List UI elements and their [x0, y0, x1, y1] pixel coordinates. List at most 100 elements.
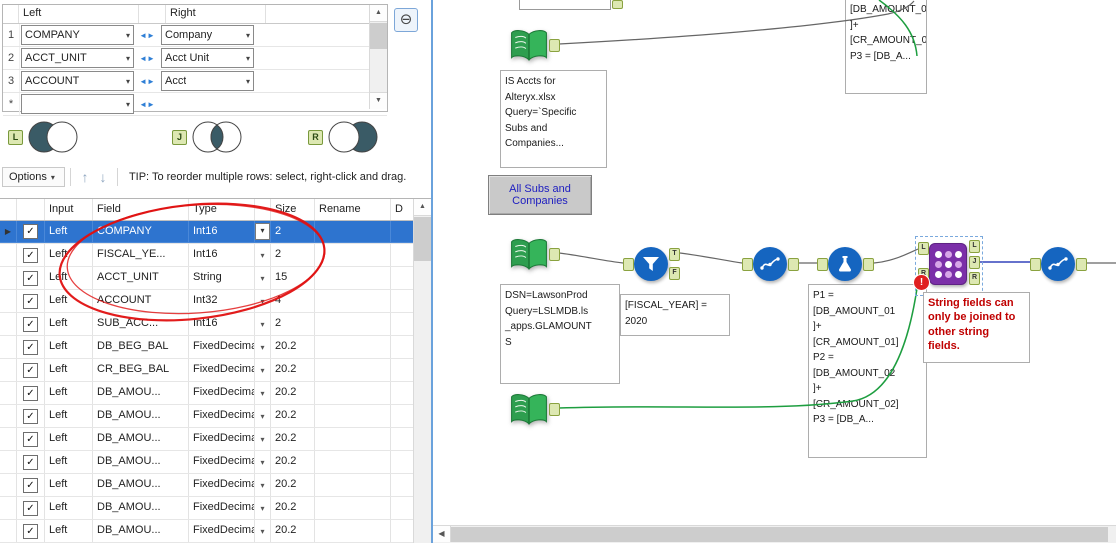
type-dropdown-icon[interactable]: ▾: [260, 389, 264, 398]
scroll-up-icon[interactable]: ▲: [370, 5, 387, 22]
type-dropdown-icon[interactable]: ▾: [260, 527, 264, 536]
join-key-row[interactable]: 2 ACCT_UNIT ▾ ◄► Acct Unit ▾: [3, 47, 387, 70]
fields-grid-scrollbar[interactable]: ▲: [413, 199, 431, 543]
left-field-dropdown[interactable]: ACCT_UNIT ▾: [21, 48, 134, 68]
type-dropdown-icon[interactable]: ▾: [260, 458, 264, 467]
field-row[interactable]: ▶ ✓ Left ACCT_UNIT String ▾ 15: [0, 267, 431, 290]
line-chart-tool[interactable]: [753, 247, 787, 281]
input-anchor[interactable]: [742, 258, 753, 271]
field-row[interactable]: ▶ ✓ Left DB_AMOU... FixedDecimal ▾ 20.2: [0, 474, 431, 497]
field-row[interactable]: ▶ ✓ Left SUB_ACC... Int16 ▾ 2: [0, 313, 431, 336]
field-checkbox[interactable]: ✓: [23, 385, 38, 401]
field-description-cell[interactable]: [391, 382, 414, 404]
field-description-cell[interactable]: [391, 520, 414, 542]
type-dropdown-icon[interactable]: ▾: [260, 504, 264, 513]
join-key-row[interactable]: 1 COMPANY ▾ ◄► Company ▾: [3, 24, 387, 47]
type-dropdown-icon[interactable]: ▾: [260, 297, 264, 306]
field-description-cell[interactable]: [391, 359, 414, 381]
field-rename-cell[interactable]: [315, 497, 391, 519]
input-anchor[interactable]: [623, 258, 634, 271]
right-field-dropdown[interactable]: Company ▾: [161, 25, 254, 45]
join-output-anchor[interactable]: J: [969, 256, 980, 269]
field-rename-cell[interactable]: [315, 474, 391, 496]
field-checkbox[interactable]: ✓: [23, 270, 38, 286]
type-dropdown-icon[interactable]: ▾: [260, 481, 264, 490]
output-anchor[interactable]: [549, 403, 560, 416]
wire-green[interactable]: [558, 273, 920, 409]
formula-tool[interactable]: [828, 247, 862, 281]
swap-fields-icon[interactable]: ◄►: [134, 31, 160, 40]
field-rename-cell[interactable]: [315, 221, 391, 243]
field-checkbox[interactable]: ✓: [23, 523, 38, 539]
canvas-horizontal-scrollbar[interactable]: ◀: [433, 525, 1116, 543]
field-rename-cell[interactable]: [315, 313, 391, 335]
scrollbar-thumb[interactable]: [414, 217, 431, 261]
type-dropdown-icon[interactable]: ▾: [260, 251, 264, 260]
field-checkbox[interactable]: ✓: [23, 408, 38, 424]
field-checkbox[interactable]: ✓: [23, 247, 38, 263]
field-checkbox[interactable]: ✓: [23, 316, 38, 332]
field-description-cell[interactable]: [391, 336, 414, 358]
output-anchor[interactable]: [863, 258, 874, 271]
field-row[interactable]: ▶ ✓ Left DB_AMOU... FixedDecimal ▾ 20.2: [0, 405, 431, 428]
input-data-tool-3[interactable]: [510, 392, 548, 431]
input-anchor[interactable]: [1030, 258, 1041, 271]
field-rename-cell[interactable]: [315, 382, 391, 404]
collapse-panel-button[interactable]: ⊖: [394, 8, 418, 32]
field-description-cell[interactable]: [391, 290, 414, 312]
field-checkbox[interactable]: ✓: [23, 293, 38, 309]
join-key-row[interactable]: 3 ACCOUNT ▾ ◄► Acct ▾: [3, 70, 387, 93]
field-rename-cell[interactable]: [315, 405, 391, 427]
right-output-venn[interactable]: R: [308, 118, 381, 156]
field-checkbox[interactable]: ✓: [23, 431, 38, 447]
output-anchor[interactable]: [788, 258, 799, 271]
swap-fields-icon[interactable]: ◄►: [134, 100, 160, 109]
join-key-row[interactable]: * ▾ ◄► ▾: [3, 93, 387, 116]
workflow-canvas[interactable]: [DB_AMOUNT_02 ]+ [CR_AMOUNT_02] P3 = [DB…: [433, 0, 1116, 543]
scroll-down-icon[interactable]: ▼: [370, 92, 387, 109]
field-row[interactable]: ▶ ✓ Left DB_AMOU... FixedDecimal ▾ 20.2: [0, 428, 431, 451]
left-field-dropdown[interactable]: COMPANY ▾: [21, 25, 134, 45]
field-rename-cell[interactable]: [315, 336, 391, 358]
field-description-cell[interactable]: [391, 428, 414, 450]
right-field-dropdown[interactable]: Acct Unit ▾: [161, 48, 254, 68]
field-description-cell[interactable]: [391, 221, 414, 243]
scrollbar-thumb[interactable]: [451, 527, 1108, 542]
field-rename-cell[interactable]: [315, 451, 391, 473]
field-rename-cell[interactable]: [315, 244, 391, 266]
join-tool[interactable]: [929, 243, 967, 285]
field-rename-cell[interactable]: [315, 267, 391, 289]
move-down-icon[interactable]: ↓: [94, 169, 112, 185]
field-row[interactable]: ▶ ✓ Left DB_AMOU... FixedDecimal ▾ 20.2: [0, 520, 431, 543]
input-data-tool-2[interactable]: [510, 237, 548, 276]
field-description-cell[interactable]: [391, 497, 414, 519]
type-dropdown-icon[interactable]: ▾: [255, 223, 270, 240]
field-checkbox[interactable]: ✓: [23, 339, 38, 355]
browse-chart-tool[interactable]: [1041, 247, 1075, 281]
field-description-cell[interactable]: [391, 474, 414, 496]
wire-green[interactable]: [878, 0, 918, 57]
field-checkbox[interactable]: ✓: [23, 500, 38, 516]
field-rename-cell[interactable]: [315, 290, 391, 312]
field-row[interactable]: ▶ ✓ Left DB_AMOU... FixedDecimal ▾ 20.2: [0, 382, 431, 405]
type-dropdown-icon[interactable]: ▾: [260, 320, 264, 329]
join-grid-scrollbar[interactable]: ▲ ▼: [369, 5, 387, 109]
input-anchor[interactable]: [817, 258, 828, 271]
field-description-cell[interactable]: [391, 405, 414, 427]
options-button[interactable]: Options ▾: [2, 167, 65, 187]
left-field-dropdown[interactable]: ACCOUNT ▾: [21, 71, 134, 91]
type-dropdown-icon[interactable]: ▾: [260, 366, 264, 375]
type-dropdown-icon[interactable]: ▾: [260, 412, 264, 421]
swap-fields-icon[interactable]: ◄►: [134, 54, 160, 63]
right-output-anchor[interactable]: R: [969, 272, 980, 285]
field-row[interactable]: ▶ ✓ Left DB_AMOU... FixedDecimal ▾ 20.2: [0, 451, 431, 474]
wire[interactable]: [679, 252, 743, 264]
wire[interactable]: [558, 252, 624, 264]
scroll-left-icon[interactable]: ◀: [433, 526, 451, 542]
output-anchor[interactable]: [549, 39, 560, 52]
field-row[interactable]: ▶ ✓ Left COMPANY Int16 ▾ 2: [0, 221, 431, 244]
input-data-tool-1[interactable]: [510, 28, 548, 67]
left-field-dropdown[interactable]: ▾: [21, 94, 134, 114]
field-description-cell[interactable]: [391, 244, 414, 266]
field-rename-cell[interactable]: [315, 359, 391, 381]
